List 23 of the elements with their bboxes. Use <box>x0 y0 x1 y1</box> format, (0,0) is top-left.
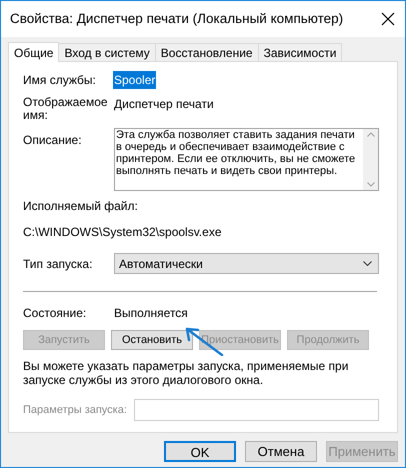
field-label: Тип запуска: <box>23 256 94 272</box>
field-label: Исполняемый файл: <box>23 198 139 215</box>
executable-path: C:\WINDOWS\System32\spoolsv.exe <box>23 224 222 241</box>
tab[interactable]: Восстановление <box>156 43 259 61</box>
field-label: Описание: <box>23 132 83 149</box>
service-button[interactable]: Остановить <box>111 330 193 350</box>
dialog-button[interactable]: Отмена <box>245 441 317 462</box>
window-title: Свойства: Диспетчер печати (Локальный компьютер) <box>10 10 344 28</box>
tab[interactable]: Зависимости <box>258 43 342 61</box>
hint-text: Вы можете указать параметры запуска, применяемые при запуске службы из этого диалогового окна. <box>23 359 350 387</box>
field-label: Отображаемое имя: <box>23 96 109 122</box>
dialog-button[interactable]: OK <box>164 441 236 462</box>
startup-type-dropdown[interactable]: Автоматически <box>114 253 379 274</box>
field-label: Состояние: <box>23 305 88 322</box>
tab[interactable]: Вход в систему <box>59 43 156 61</box>
service-name-value: Spooler <box>113 71 156 89</box>
description-text: Эта служба позволяет ставить задания печати в очередь и обеспечивает взаимодействие с принтером. Если ее отключить, вы не сможете выполнять печать и видеть свои принтеры. <box>115 129 356 179</box>
display-name-value: Диспетчер печати <box>114 98 214 111</box>
description-box[interactable]: Эта служба позволяет ставить задания печати в очередь и обеспечивает взаимодействие с принтером. Если ее отключить, вы не сможете выполнять печать и видеть свои принтеры. <box>114 128 379 191</box>
field-label: Параметры запуска: <box>23 402 128 418</box>
tab[interactable]: Общие <box>8 42 60 62</box>
field-label: Имя службы: <box>23 72 97 89</box>
status-value: Выполняется <box>114 305 188 322</box>
